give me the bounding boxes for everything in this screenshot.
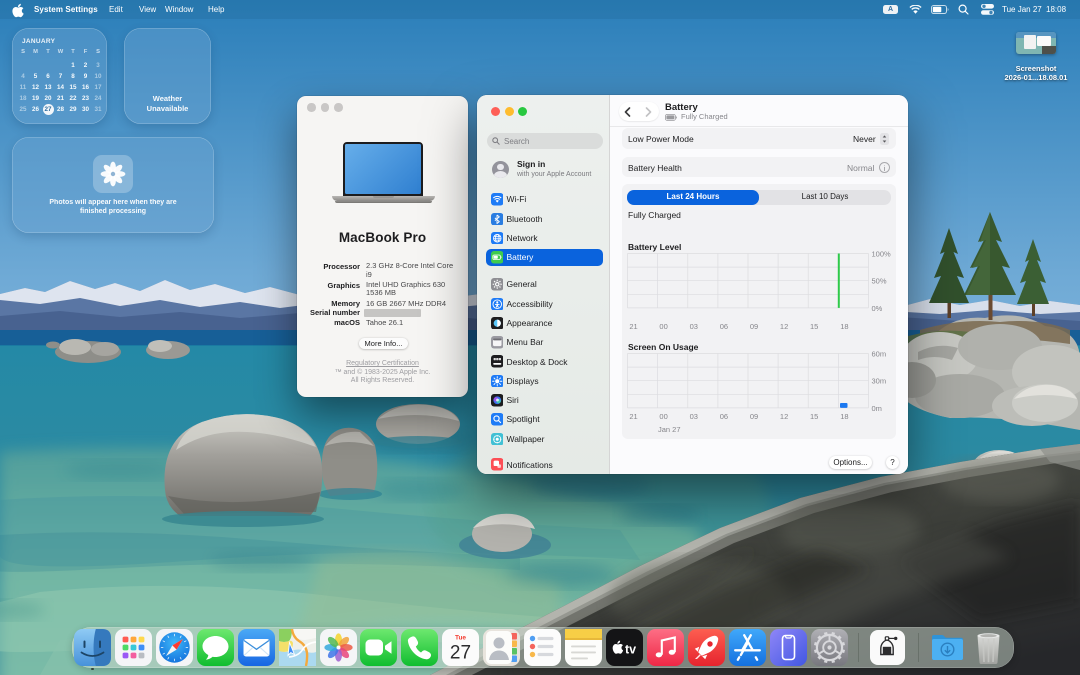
svg-text:12: 12 bbox=[780, 412, 788, 421]
svg-text:100%: 100% bbox=[872, 250, 892, 259]
svg-text:60m: 60m bbox=[872, 350, 887, 359]
svg-text:03: 03 bbox=[690, 412, 698, 421]
svg-text:09: 09 bbox=[750, 322, 758, 331]
svg-text:15: 15 bbox=[810, 412, 818, 421]
svg-text:18: 18 bbox=[840, 412, 848, 421]
svg-text:30m: 30m bbox=[872, 377, 887, 386]
svg-text:0m: 0m bbox=[872, 404, 882, 413]
svg-text:03: 03 bbox=[690, 322, 698, 331]
svg-text:0%: 0% bbox=[872, 304, 883, 313]
svg-text:Tue: Tue bbox=[455, 634, 466, 641]
svg-text:06: 06 bbox=[720, 322, 728, 331]
svg-text:Jan 27: Jan 27 bbox=[658, 425, 681, 434]
svg-text:00: 00 bbox=[659, 322, 667, 331]
svg-text:21: 21 bbox=[629, 412, 637, 421]
svg-text:18: 18 bbox=[840, 322, 848, 331]
svg-text:27: 27 bbox=[450, 642, 471, 663]
svg-text:09: 09 bbox=[750, 412, 758, 421]
svg-text:15: 15 bbox=[810, 322, 818, 331]
svg-text:50%: 50% bbox=[872, 277, 887, 286]
svg-text:21: 21 bbox=[629, 322, 637, 331]
svg-text:06: 06 bbox=[720, 412, 728, 421]
svg-text:12: 12 bbox=[780, 322, 788, 331]
svg-text:00: 00 bbox=[659, 412, 667, 421]
svg-text:tv: tv bbox=[625, 642, 636, 656]
